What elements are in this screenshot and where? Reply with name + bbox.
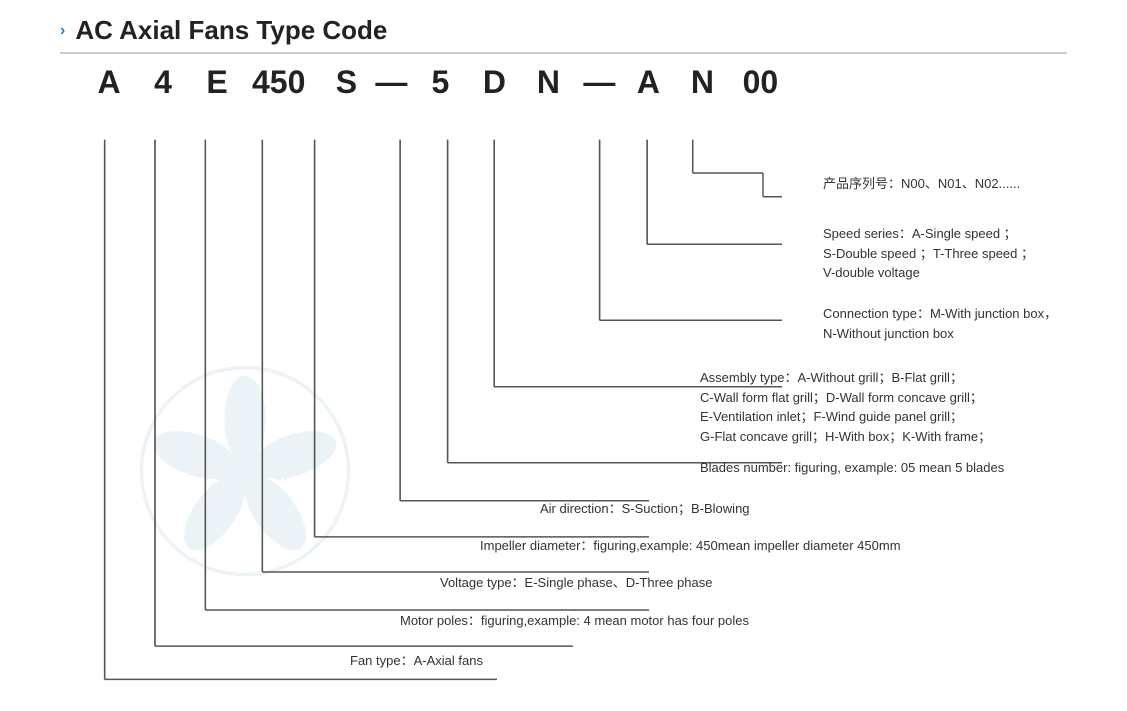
label-blades-number: Blades number: figuring, example: 05 mea… <box>700 458 1004 478</box>
letter-A2: A <box>629 64 667 101</box>
label-voltage-type: Voltage type：E-Single phase、D-Three phas… <box>440 573 712 593</box>
label-assembly-type: Assembly type：A-Without grill；B-Flat gri… <box>700 368 991 446</box>
header-divider <box>60 52 1067 54</box>
letter-E: E <box>198 64 236 101</box>
dash-1: — <box>375 64 407 101</box>
letter-N2: N <box>683 64 721 101</box>
letter-450: 450 <box>252 64 305 101</box>
label-fan-type: Fan type：A-Axial fans <box>350 651 483 671</box>
letter-A: A <box>90 64 128 101</box>
label-product-series: 产品序列号：N00、N01、N02...... <box>823 174 1020 194</box>
page-container: › AC Axial Fans Type Code A 4 E 450 S — … <box>0 0 1127 711</box>
letter-4: 4 <box>144 64 182 101</box>
header: › AC Axial Fans Type Code <box>60 15 1067 46</box>
page-title: AC Axial Fans Type Code <box>75 15 387 46</box>
label-speed-series: Speed series：A-Single speed ； S-Double s… <box>823 224 1034 283</box>
letter-S: S <box>327 64 365 101</box>
label-connection-type: Connection type：M-With junction box， N-W… <box>823 304 1057 343</box>
label-motor-poles: Motor poles：figuring,example: 4 mean mot… <box>400 611 749 631</box>
letter-N: N <box>529 64 567 101</box>
type-code-row: A 4 E 450 S — 5 D N — A N 00 <box>90 64 1067 101</box>
dash-2: — <box>583 64 615 101</box>
letter-D: D <box>475 64 513 101</box>
letter-00: 00 <box>741 64 779 101</box>
diagram-area: VENTAI .bracket-line { stroke: #555; str… <box>60 106 1067 696</box>
letter-5: 5 <box>421 64 459 101</box>
label-air-direction: Air direction：S-Suction；B-Blowing <box>540 499 750 519</box>
label-impeller-diameter: Impeller diameter：figuring,example: 450m… <box>480 536 901 556</box>
chevron-icon: › <box>60 22 65 40</box>
